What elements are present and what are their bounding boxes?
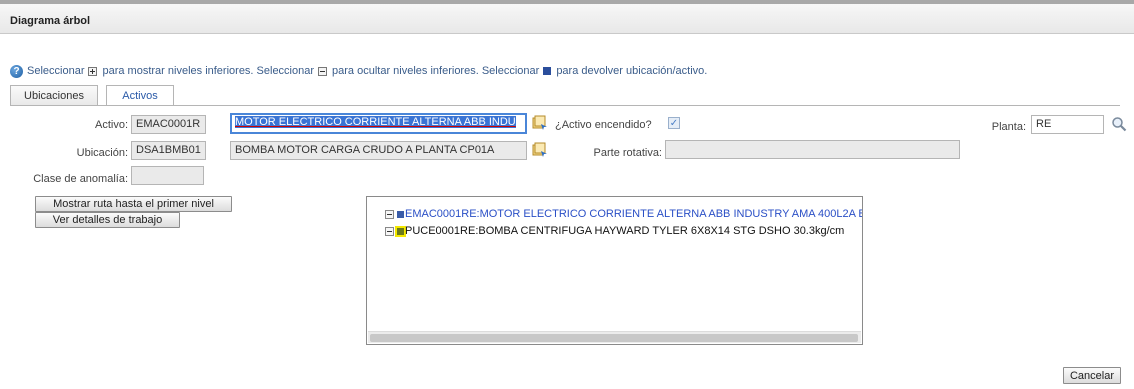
help-text-4: para devolver ubicación/activo. <box>556 65 708 77</box>
parte-rotativa-field[interactable] <box>665 140 960 159</box>
collapse-icon[interactable] <box>385 226 394 236</box>
clase-anomalia-label: Clase de anomalía: <box>33 173 128 185</box>
tree-node-label[interactable]: PUCE0001RE:BOMBA CENTRIFUGA HAYWARD TYLE… <box>405 225 844 237</box>
cancel-button[interactable]: Cancelar <box>1063 367 1121 384</box>
horizontal-scrollbar[interactable] <box>368 331 861 343</box>
mostrar-ruta-button[interactable]: Mostrar ruta hasta el primer nivel <box>35 196 232 212</box>
checkmark-icon: ✓ <box>669 117 679 129</box>
collapse-icon[interactable] <box>385 209 394 219</box>
planta-label: Planta: <box>991 121 1026 133</box>
activo-lookup-icon[interactable] <box>532 115 548 131</box>
encendido-checkbox[interactable]: ✓ <box>668 117 680 129</box>
ver-detalles-button[interactable]: Ver detalles de trabajo <box>35 212 180 228</box>
select-icon[interactable] <box>397 210 404 218</box>
tree-node-label[interactable]: EMAC0001RE:MOTOR ELECTRICO CORRIENTE ALT… <box>405 208 862 220</box>
activo-label: Activo: <box>94 119 128 131</box>
select-icon <box>543 67 552 75</box>
planta-field[interactable]: RE <box>1031 115 1104 134</box>
parte-rotativa-label: Parte rotativa: <box>593 147 662 159</box>
ubicacion-code-field[interactable]: DSA1BMB01 <box>131 141 206 160</box>
activo-code-field[interactable]: EMAC0001R <box>131 115 206 134</box>
tab-activos[interactable]: Activos <box>106 85 174 106</box>
activo-description-field[interactable]: MOTOR ELECTRICO CORRIENTE ALTERNA ABB IN… <box>230 113 527 134</box>
window-title: Diagrama árbol <box>10 15 91 27</box>
expand-icon <box>88 66 98 76</box>
tab-ubicaciones[interactable]: Ubicaciones <box>10 85 98 105</box>
encendido-label: ¿Activo encendido? <box>555 119 652 131</box>
ubicacion-description-field[interactable]: BOMBA MOTOR CARGA CRUDO A PLANTA CP01A <box>230 141 527 160</box>
scrollbar-thumb[interactable] <box>370 334 858 342</box>
tree-view[interactable]: EMAC0001RE:MOTOR ELECTRICO CORRIENTE ALT… <box>366 196 863 345</box>
ubicacion-label: Ubicación: <box>76 147 128 159</box>
help-text-1: Seleccionar <box>27 65 85 77</box>
select-icon[interactable] <box>395 225 406 237</box>
help-line: ? Seleccionar para mostrar niveles infer… <box>10 64 707 78</box>
tab-divider <box>10 105 1120 106</box>
tree-node[interactable]: PUCE0001RE:BOMBA CENTRIFUGA HAYWARD TYLE… <box>385 224 844 238</box>
help-text-3: para ocultar niveles inferiores. Selecci… <box>332 65 540 77</box>
collapse-icon <box>318 66 328 76</box>
ubicacion-lookup-icon[interactable] <box>532 142 548 158</box>
title-bar: Diagrama árbol <box>0 0 1134 34</box>
tree-node[interactable]: EMAC0001RE:MOTOR ELECTRICO CORRIENTE ALT… <box>385 207 862 221</box>
clase-anomalia-field[interactable] <box>131 166 204 185</box>
help-icon[interactable]: ? <box>10 64 23 78</box>
activo-description-text: MOTOR ELECTRICO CORRIENTE ALTERNA ABB IN… <box>235 116 516 128</box>
help-text-2: para mostrar niveles inferiores. Selecci… <box>102 65 315 77</box>
magnifier-icon[interactable] <box>1111 116 1127 132</box>
